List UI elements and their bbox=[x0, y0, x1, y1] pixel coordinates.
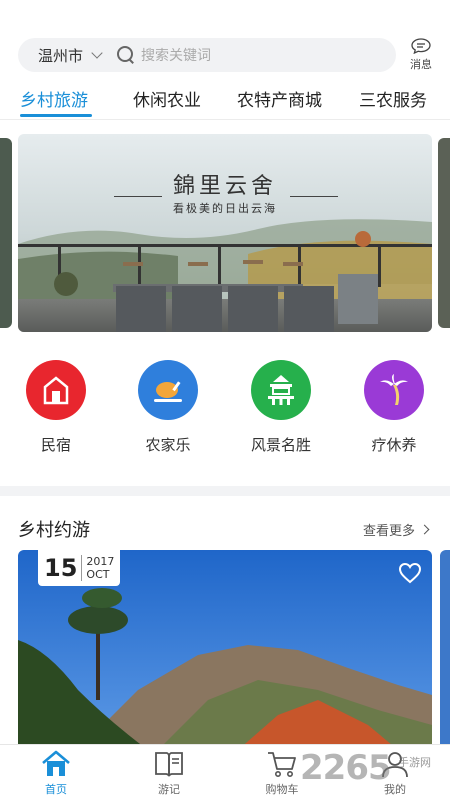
search-bar[interactable]: 温州市 搜索关键词 bbox=[18, 38, 396, 72]
date-year-month: 2017 OCT bbox=[86, 555, 114, 581]
message-label: 消息 bbox=[410, 58, 432, 71]
cart-icon bbox=[268, 752, 296, 777]
nav-label: 首页 bbox=[45, 783, 67, 796]
category-grid: 民宿 农家乐 风景名胜 疗休养 bbox=[0, 360, 450, 470]
site-watermark: 2265 手游网 bbox=[300, 748, 450, 788]
chat-bubble-icon bbox=[411, 38, 431, 54]
trip-card[interactable]: 15 2017 OCT bbox=[18, 550, 432, 750]
carousel-next-slide[interactable] bbox=[438, 138, 450, 328]
section-divider bbox=[0, 486, 450, 496]
nav-label: 游记 bbox=[158, 783, 180, 796]
date-badge: 15 2017 OCT bbox=[38, 550, 120, 586]
book-icon bbox=[155, 752, 183, 777]
watermark-site: 手游网 bbox=[398, 756, 431, 769]
active-tab-indicator bbox=[20, 114, 92, 117]
category-nongjiale[interactable]: 农家乐 bbox=[128, 360, 208, 455]
pagoda-icon bbox=[251, 360, 311, 420]
date-month: OCT bbox=[86, 568, 110, 581]
search-icon bbox=[117, 46, 135, 64]
chevron-right-icon bbox=[419, 524, 430, 535]
next-trip-card[interactable] bbox=[440, 550, 450, 750]
top-bar: 温州市 搜索关键词 消息 bbox=[0, 0, 450, 82]
city-selector[interactable]: 温州市 bbox=[38, 45, 83, 66]
carousel-prev-slide[interactable] bbox=[0, 138, 12, 328]
banner-slide[interactable]: 錦里云舍 看极美的日出云海 bbox=[18, 134, 432, 332]
banner-title: 錦里云舍 bbox=[172, 174, 277, 199]
tab-leisure-agriculture[interactable]: 休闲农业 bbox=[133, 86, 201, 111]
category-liaoxiuyang[interactable]: 疗休养 bbox=[354, 360, 434, 455]
date-year: 2017 bbox=[86, 555, 115, 568]
nav-home[interactable]: 首页 bbox=[16, 749, 96, 797]
category-fengjing[interactable]: 风景名胜 bbox=[241, 360, 321, 455]
home-icon bbox=[42, 750, 70, 776]
section-title: 乡村约游 bbox=[18, 520, 90, 541]
see-more-link[interactable]: 查看更多 bbox=[363, 520, 430, 539]
tab-specialty-mall[interactable]: 农特产商城 bbox=[237, 86, 322, 111]
category-label: 农家乐 bbox=[145, 436, 191, 454]
message-button[interactable]: 消息 bbox=[404, 38, 438, 72]
nav-travelogue[interactable]: 游记 bbox=[129, 749, 209, 797]
search-input[interactable]: 搜索关键词 bbox=[141, 45, 211, 65]
category-minsu[interactable]: 民宿 bbox=[16, 360, 96, 455]
category-label: 疗休养 bbox=[371, 436, 417, 454]
roast-chicken-icon bbox=[138, 360, 198, 420]
banner-subtitle: 看极美的日出云海 bbox=[173, 202, 277, 215]
date-separator bbox=[81, 555, 83, 581]
category-label: 风景名胜 bbox=[250, 436, 311, 454]
banner-carousel[interactable]: 錦里云舍 看极美的日出云海 bbox=[0, 134, 450, 332]
house-icon bbox=[26, 360, 86, 420]
heart-icon[interactable] bbox=[398, 562, 422, 584]
tab-agri-services[interactable]: 三农服务 bbox=[359, 86, 427, 111]
palm-tree-icon bbox=[364, 360, 424, 420]
banner-image bbox=[18, 134, 432, 332]
watermark-brand: 2265 bbox=[300, 748, 392, 788]
category-tabs: 乡村旅游 休闲农业 农特产商城 三农服务 bbox=[0, 82, 450, 120]
chevron-down-icon[interactable] bbox=[91, 47, 103, 59]
tab-rural-tourism[interactable]: 乡村旅游 bbox=[20, 86, 88, 111]
date-day: 15 bbox=[44, 554, 78, 582]
see-more-label: 查看更多 bbox=[363, 524, 416, 539]
category-label: 民宿 bbox=[40, 436, 71, 454]
